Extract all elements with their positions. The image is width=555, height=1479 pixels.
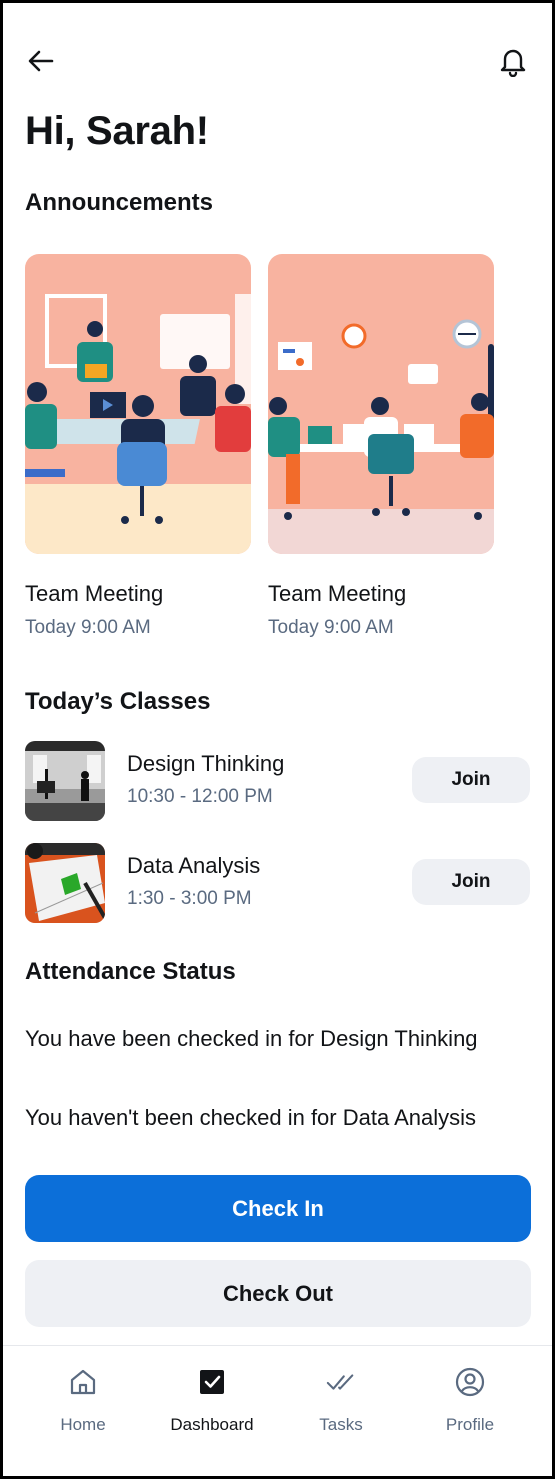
nav-item-tasks[interactable]: Tasks — [276, 1346, 406, 1456]
back-button[interactable] — [21, 41, 61, 81]
class-time: 1:30 - 3:00 PM — [127, 888, 252, 909]
nav-label: Dashboard — [170, 1415, 254, 1434]
class-thumbnail — [25, 843, 105, 923]
attendance-status-line: You haven't been checked in for Data Ana… — [25, 1105, 477, 1130]
class-name: Data Analysis — [127, 853, 261, 878]
class-row: Design Thinking 10:30 - 12:00 PM Join — [25, 741, 531, 821]
announcement-image — [268, 254, 494, 554]
user-circle-icon — [454, 1366, 486, 1398]
nav-item-dashboard[interactable]: Dashboard — [147, 1346, 277, 1456]
nav-item-home[interactable]: Home — [18, 1346, 148, 1456]
check-in-button[interactable]: Check In — [25, 1175, 531, 1242]
home-icon — [67, 1366, 99, 1398]
app-screen: Hi, Sarah! Announcements Team Meeting To… — [3, 3, 552, 1476]
todays-classes-heading: Today’s Classes — [25, 688, 211, 715]
announcement-card[interactable]: Team Meeting Today 9:00 AM — [25, 254, 251, 639]
nav-label: Home — [60, 1415, 106, 1434]
announcement-time: Today 9:00 AM — [268, 617, 394, 638]
announcement-title: Team Meeting — [25, 581, 164, 606]
join-button[interactable]: Join — [412, 859, 530, 905]
announcement-time: Today 9:00 AM — [25, 617, 151, 638]
nav-label: Tasks — [319, 1415, 363, 1434]
class-row: Data Analysis 1:30 - 3:00 PM Join — [25, 843, 531, 923]
notifications-button[interactable] — [493, 41, 533, 81]
greeting-title: Hi, Sarah! — [25, 109, 209, 153]
announcements-heading: Announcements — [25, 189, 214, 216]
top-bar — [3, 3, 552, 103]
nav-label: Profile — [445, 1415, 495, 1434]
checkbox-icon — [196, 1366, 228, 1398]
announcement-image — [25, 254, 251, 554]
bell-icon — [500, 49, 526, 77]
class-thumbnail — [25, 741, 105, 821]
join-button[interactable]: Join — [412, 757, 530, 803]
attendance-status-heading: Attendance Status — [25, 958, 236, 985]
nav-item-profile[interactable]: Profile — [405, 1346, 535, 1456]
bottom-navigation: Home Dashboard Tasks Profile — [3, 1345, 552, 1476]
attendance-status-line: You have been checked in for Design Thin… — [25, 1026, 478, 1051]
check-out-button[interactable]: Check Out — [25, 1260, 531, 1327]
announcement-card[interactable]: Team Meeting Today 9:00 AM — [268, 254, 494, 639]
class-name: Design Thinking — [127, 751, 285, 776]
arrow-left-icon — [28, 50, 54, 72]
class-time: 10:30 - 12:00 PM — [127, 786, 273, 807]
announcement-title: Team Meeting — [268, 581, 407, 606]
double-check-icon — [325, 1366, 357, 1398]
